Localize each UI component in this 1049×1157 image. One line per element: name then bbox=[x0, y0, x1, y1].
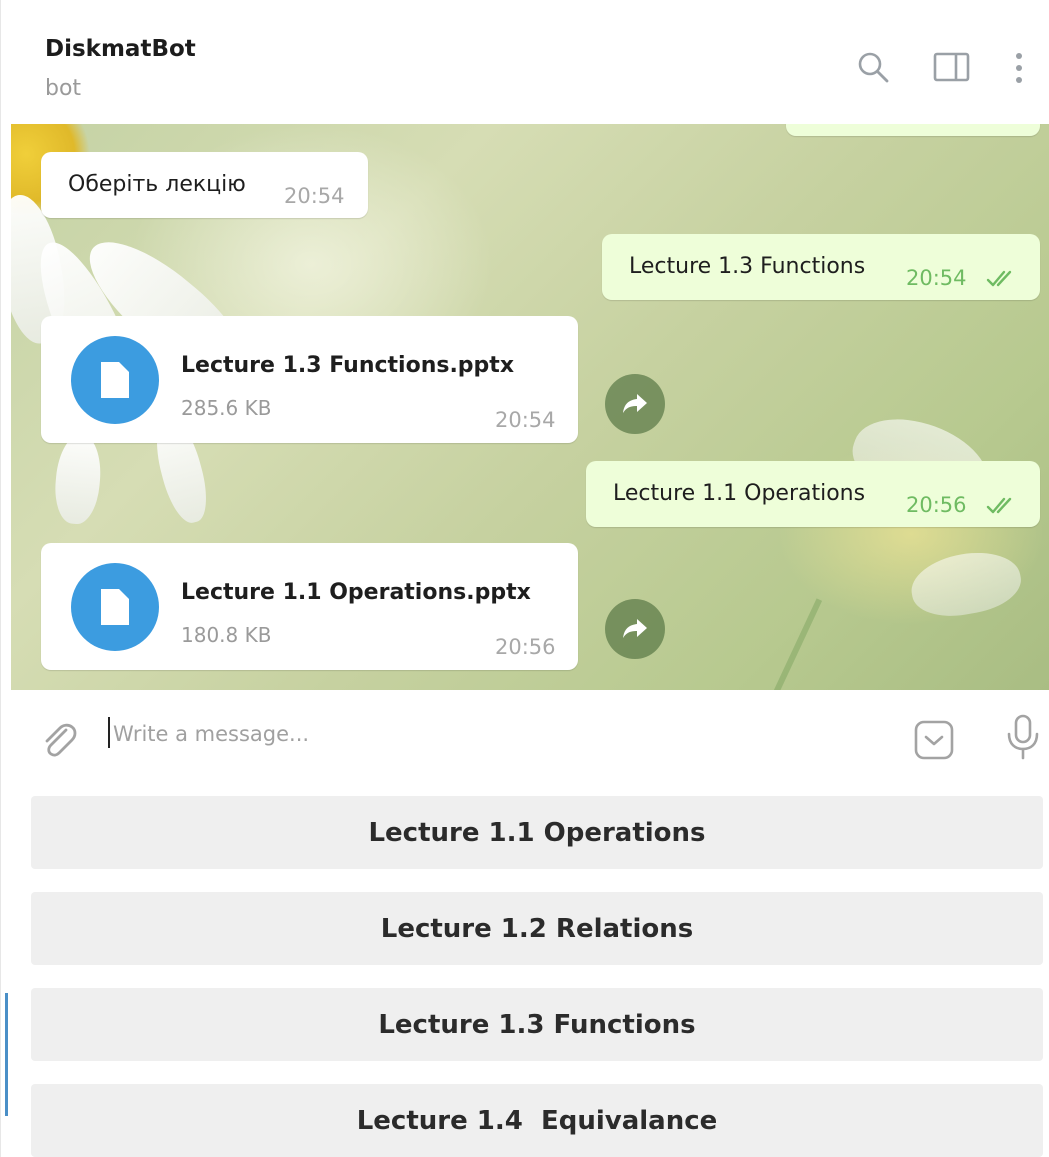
chat-title[interactable]: DiskmatBot bbox=[45, 36, 196, 62]
file-name[interactable]: Lecture 1.3 Functions.pptx bbox=[181, 353, 514, 378]
file-message[interactable]: Lecture 1.1 Operations.pptx 180.8 KB 20:… bbox=[41, 543, 578, 670]
window-left-border bbox=[0, 0, 1, 1157]
message-time: 20:56 bbox=[906, 493, 967, 517]
message-time: 20:54 bbox=[284, 184, 345, 208]
bot-keyboard-icon[interactable] bbox=[913, 718, 957, 762]
forward-arrow-icon bbox=[623, 394, 647, 413]
message-time: 20:54 bbox=[906, 266, 967, 290]
message-outgoing[interactable]: Lecture 1.1 Operations 20:56 bbox=[586, 461, 1040, 527]
more-vertical-icon[interactable] bbox=[1009, 50, 1029, 90]
document-icon[interactable] bbox=[71, 563, 159, 651]
paperclip-icon[interactable] bbox=[37, 718, 81, 762]
message-outgoing[interactable]: Lecture 1.3 Functions 20:54 bbox=[602, 234, 1040, 300]
text-cursor bbox=[108, 717, 110, 748]
keyboard-button-lecture-1-3[interactable]: Lecture 1.3 Functions bbox=[31, 988, 1043, 1061]
message-text: Оберіть лекцію bbox=[68, 172, 246, 197]
forward-button[interactable] bbox=[605, 374, 665, 434]
double-check-icon bbox=[986, 497, 1012, 514]
message-input[interactable] bbox=[113, 714, 873, 754]
chat-history[interactable]: Оберіть лекцію 20:54 Lecture 1.3 Functio… bbox=[11, 124, 1049, 690]
microphone-icon[interactable] bbox=[1003, 712, 1043, 762]
background-petal bbox=[906, 544, 1026, 624]
file-size: 180.8 KB bbox=[181, 623, 272, 647]
double-check-icon bbox=[986, 270, 1012, 287]
message-text: Lecture 1.3 Functions bbox=[629, 254, 866, 279]
message-time: 20:54 bbox=[495, 408, 556, 432]
search-icon[interactable] bbox=[856, 50, 894, 90]
chat-status: bot bbox=[45, 76, 82, 101]
chat-header: DiskmatBot bot bbox=[11, 0, 1049, 124]
message-bubble-partial bbox=[786, 124, 1040, 136]
file-message[interactable]: Lecture 1.3 Functions.pptx 285.6 KB 20:5… bbox=[41, 316, 578, 443]
file-size: 285.6 KB bbox=[181, 396, 272, 420]
sidebar-toggle-icon[interactable] bbox=[933, 50, 971, 90]
keyboard-button-lecture-1-4[interactable]: Lecture 1.4 Equivalance bbox=[31, 1084, 1043, 1157]
background-petal bbox=[52, 432, 104, 526]
keyboard-button-lecture-1-1[interactable]: Lecture 1.1 Operations bbox=[31, 796, 1043, 869]
document-icon[interactable] bbox=[71, 336, 159, 424]
message-text: Lecture 1.1 Operations bbox=[613, 481, 866, 506]
background-stem bbox=[765, 598, 823, 690]
message-time: 20:56 bbox=[495, 635, 556, 659]
message-composer bbox=[11, 690, 1049, 790]
message-incoming[interactable]: Оберіть лекцію 20:54 bbox=[41, 152, 368, 218]
file-name[interactable]: Lecture 1.1 Operations.pptx bbox=[181, 580, 531, 605]
keyboard-button-lecture-1-2[interactable]: Lecture 1.2 Relations bbox=[31, 892, 1043, 965]
forward-arrow-icon bbox=[623, 619, 647, 638]
forward-button[interactable] bbox=[605, 599, 665, 659]
scroll-indicator bbox=[5, 993, 8, 1116]
